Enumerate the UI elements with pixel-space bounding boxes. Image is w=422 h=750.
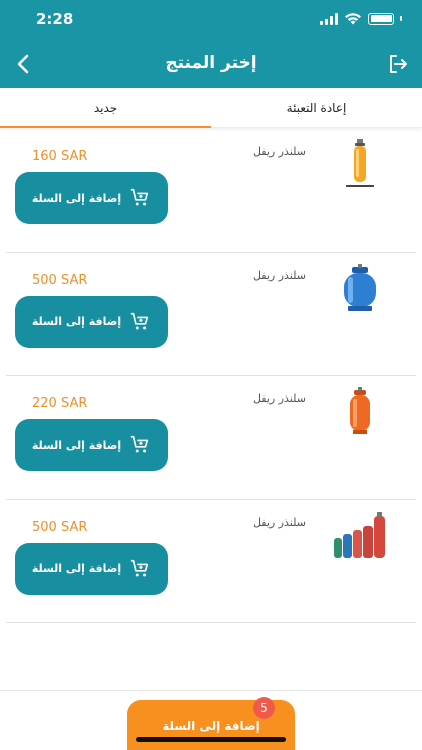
product-list: سلنذر ريفل 160 SAR إضافة إلى السلة سلنذر…: [0, 129, 422, 623]
yellow-cylinder-image: [346, 139, 374, 187]
battery-icon: [368, 12, 394, 25]
product-price: 500 SAR: [32, 272, 88, 288]
product-price: 500 SAR: [32, 519, 88, 535]
cart-plus-icon: [131, 312, 149, 329]
add-to-cart-button[interactable]: إضافة إلى السلة: [15, 295, 168, 348]
add-to-cart-button[interactable]: إضافة إلى السلة: [15, 172, 168, 224]
add-to-cart-button[interactable]: إضافة إلى السلة: [15, 542, 168, 595]
battery-tip: [400, 16, 402, 21]
add-to-cart-label: إضافة إلى السلة: [31, 315, 122, 328]
product-item: سلنذر ريفل 500 SAR إضافة إلى السلة: [6, 500, 416, 623]
orange-cylinder-image: [350, 387, 370, 434]
tab-indicator: [0, 126, 211, 128]
cart-plus-icon: [131, 559, 149, 576]
cart-plus-icon: [131, 435, 149, 453]
cart-count-badge: 5: [253, 697, 275, 719]
product-item: سلنذر ريفل 500 SAR إضافة إلى السلة: [6, 253, 416, 376]
page-title: إختر المنتج: [165, 53, 257, 73]
product-name: سلنذر ريفل: [252, 145, 306, 158]
product-name: سلنذر ريفل: [252, 515, 306, 529]
add-to-cart-label: إضافة إلى السلة: [31, 191, 122, 205]
status-time: 2:28: [36, 10, 74, 28]
blue-cylinder-image: [344, 263, 376, 311]
signal-icon: [320, 12, 338, 25]
cylinder-group-image: [334, 511, 385, 558]
app-header: 2:28 إختر المنتج: [0, 0, 422, 88]
add-to-cart-label: إضافة إلى السلة: [31, 562, 122, 575]
tab-bar: جديد إعادة التعبئة: [0, 88, 422, 128]
wifi-icon: [345, 13, 361, 25]
product-price: 160 SAR: [32, 149, 88, 164]
product-price: 220 SAR: [32, 396, 88, 411]
tab-refill[interactable]: إعادة التعبئة: [211, 88, 422, 128]
product-item: سلنذر ريفل 160 SAR إضافة إلى السلة: [6, 129, 416, 253]
add-to-cart-button[interactable]: إضافة إلى السلة: [15, 419, 168, 471]
product-name: سلنذر ريفل: [252, 392, 306, 405]
add-to-cart-label: إضافة إلى السلة: [31, 438, 122, 452]
logout-icon[interactable]: [386, 52, 410, 76]
tab-new[interactable]: جديد: [0, 88, 211, 128]
status-icons: [320, 12, 402, 25]
home-indicator: [136, 737, 286, 742]
product-item: سلنذر ريفل 220 SAR إضافة إلى السلة: [6, 376, 416, 500]
product-name: سلنذر ريفل: [252, 268, 306, 282]
cart-plus-icon: [131, 188, 149, 206]
